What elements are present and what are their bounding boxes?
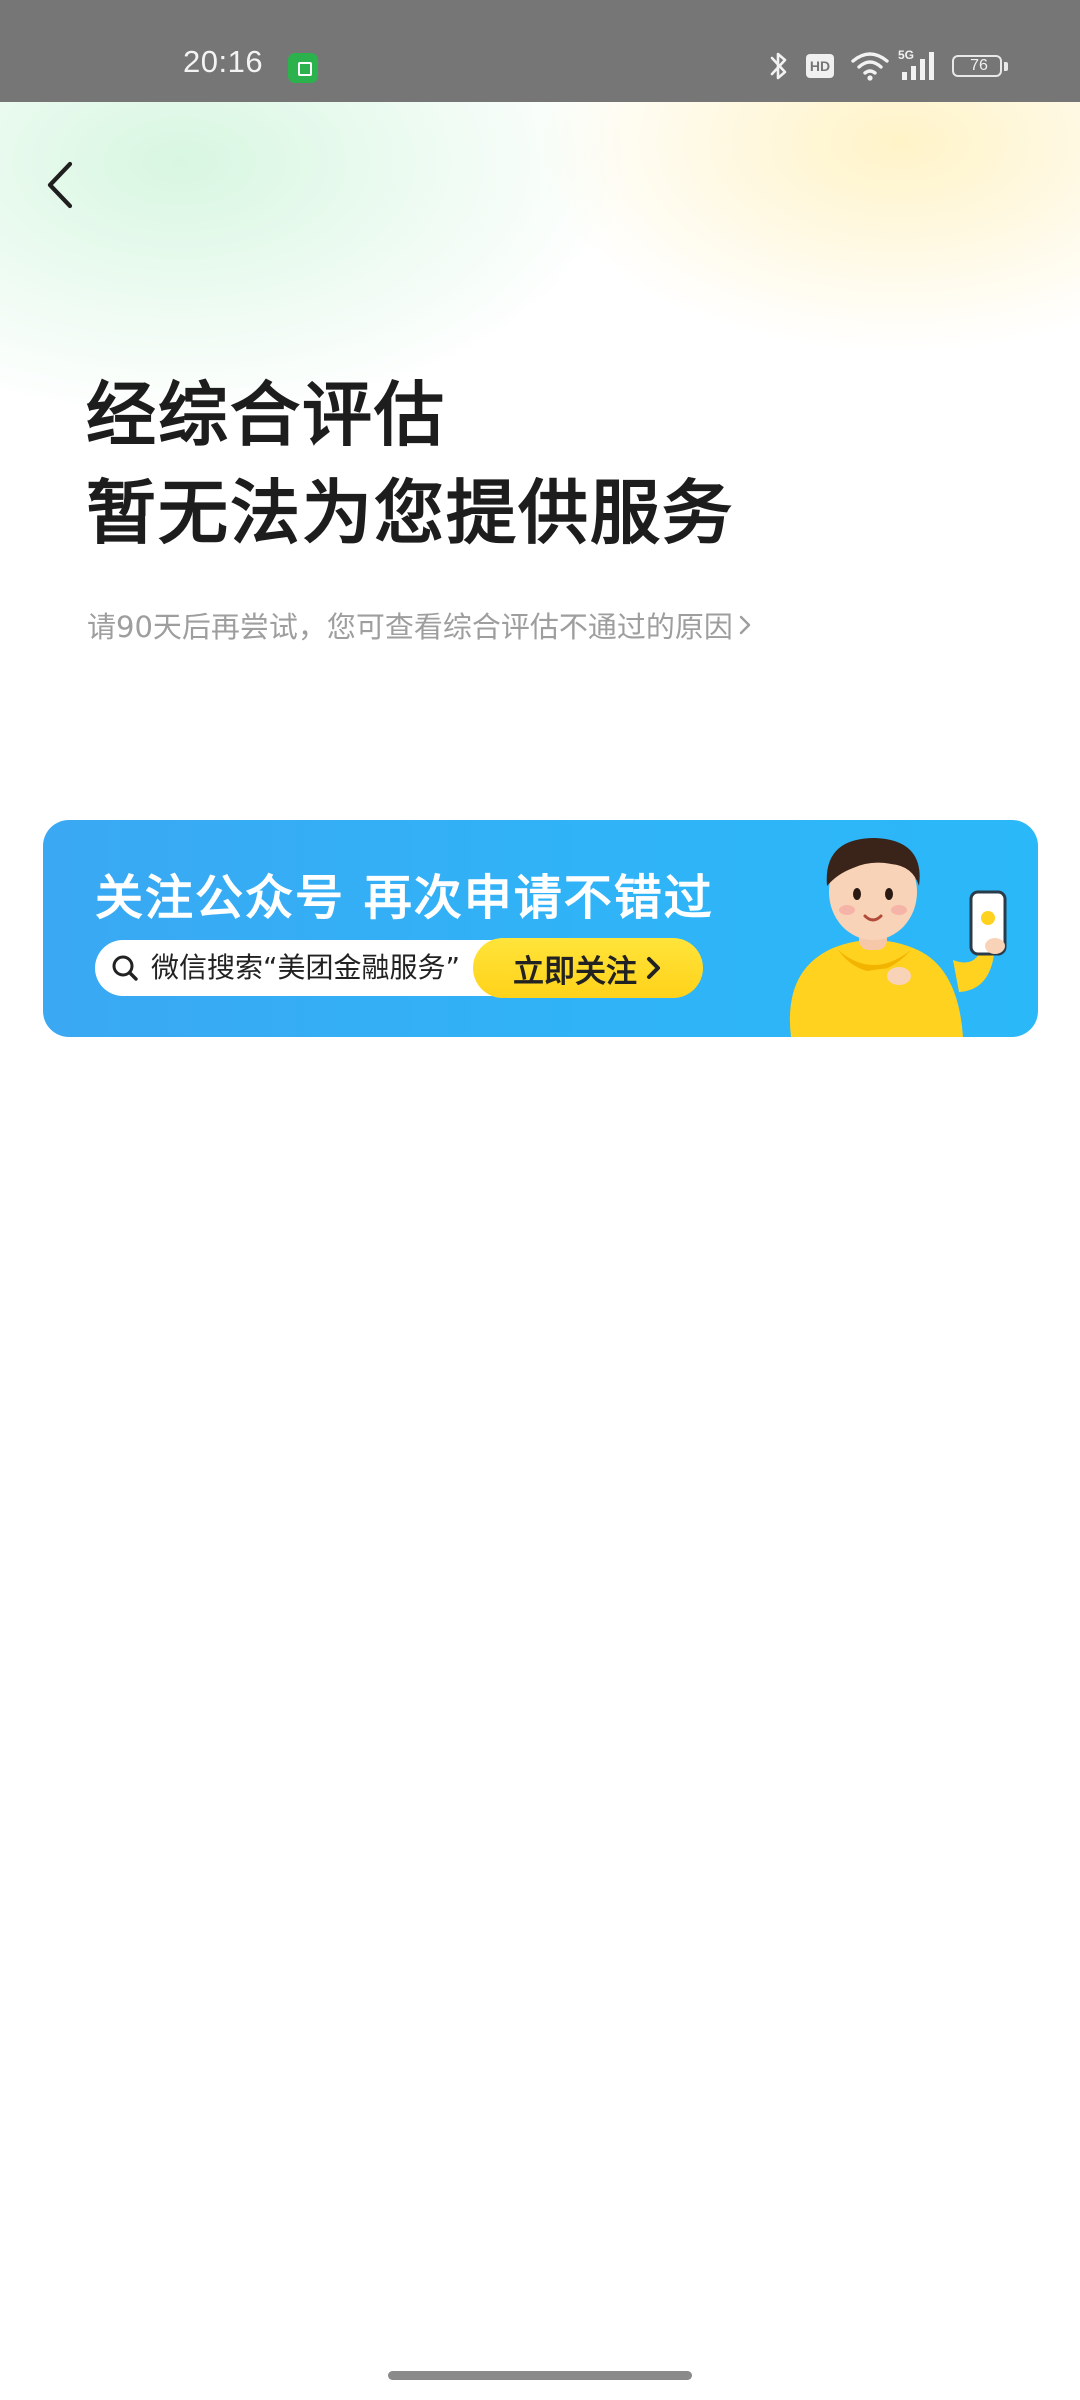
battery-level: 76 bbox=[970, 57, 988, 74]
reason-link[interactable]: 请90天后再尝试，您可查看综合评估不通过的原因 bbox=[87, 604, 753, 646]
search-icon bbox=[112, 955, 138, 981]
chevron-right-icon bbox=[739, 615, 751, 635]
bluetooth-icon bbox=[768, 48, 790, 88]
chevron-right-icon bbox=[647, 957, 660, 979]
status-time: 20:16 bbox=[183, 44, 264, 79]
app-notification-icon bbox=[288, 53, 318, 83]
back-button[interactable] bbox=[36, 150, 92, 220]
page: 20:16 HD 5G 76 经综合评估 暂无法为您提供服务 请90天后再尝试，… bbox=[0, 0, 1080, 2400]
home-indicator[interactable] bbox=[388, 2371, 692, 2380]
result-title: 经综合评估 暂无法为您提供服务 bbox=[86, 366, 734, 562]
wifi-icon bbox=[850, 48, 890, 88]
follow-official-account-banner[interactable]: 关注公众号 再次申请不错过 微信搜索“美团金融服务” 立即关注 bbox=[43, 820, 1038, 1037]
banner-search-text: 微信搜索“美团金融服务” bbox=[151, 951, 461, 984]
follow-now-label: 立即关注 bbox=[513, 953, 637, 990]
hd-label: HD bbox=[806, 54, 834, 78]
result-title-line1: 经综合评估 bbox=[86, 374, 446, 456]
banner-title: 关注公众号 再次申请不错过 bbox=[95, 870, 714, 926]
status-bar: 20:16 HD 5G 76 bbox=[0, 0, 1080, 102]
follow-now-button[interactable]: 立即关注 bbox=[473, 938, 703, 998]
mascot-illustration bbox=[789, 838, 1007, 1037]
reason-link-text: 请90天后再尝试，您可查看综合评估不通过的原因 bbox=[87, 610, 733, 644]
result-title-line2: 暂无法为您提供服务 bbox=[86, 472, 734, 554]
chevron-left-icon bbox=[47, 161, 73, 209]
